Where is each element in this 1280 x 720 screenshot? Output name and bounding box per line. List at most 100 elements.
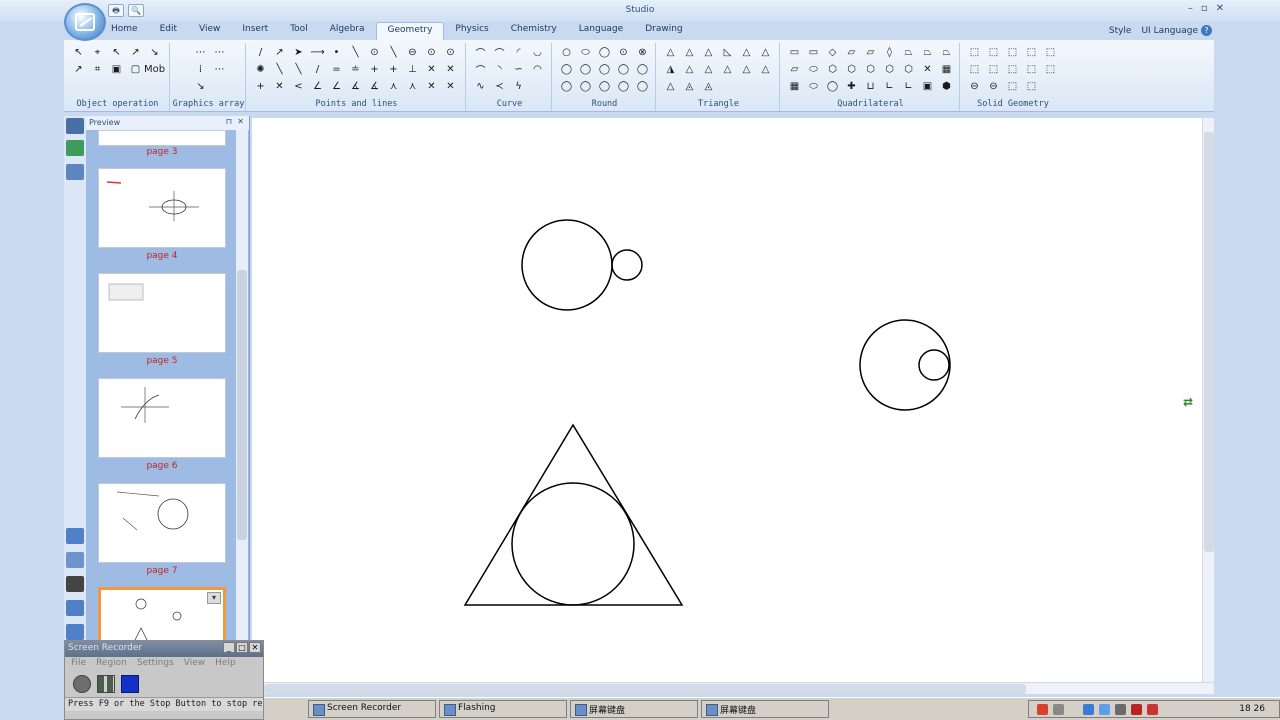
quad-tool-icon[interactable]: ◊	[881, 45, 898, 60]
tab-chemistry[interactable]: Chemistry	[500, 22, 568, 40]
object-tool-icon[interactable]: ↗	[127, 45, 144, 60]
points-tool-icon[interactable]: ╲	[347, 45, 364, 60]
triangle-tool-icon[interactable]: △	[681, 45, 698, 60]
quad-tool-icon[interactable]: ▭	[786, 45, 803, 60]
solid-tool-icon[interactable]: ⬚	[1042, 62, 1059, 77]
quad-tool-icon[interactable]: ⬡	[843, 62, 860, 77]
quad-tool-icon[interactable]: ▦	[938, 62, 955, 77]
triangle-tool-icon[interactable]: △	[681, 62, 698, 77]
taskbar-item-onscreen-keyboard-2[interactable]: 屏幕键盘	[701, 700, 829, 718]
triangle-tool-icon[interactable]: ◬	[681, 79, 698, 94]
quad-tool-icon[interactable]: ⬡	[824, 62, 841, 77]
tray-bluetooth-icon[interactable]	[1083, 704, 1094, 715]
stop-button[interactable]	[121, 675, 139, 693]
triangle-tool-icon[interactable]: ◬	[700, 79, 717, 94]
triangle-tool-icon[interactable]: △	[662, 45, 679, 60]
import-icon[interactable]	[66, 528, 84, 544]
triangle-tool-icon[interactable]: △	[757, 62, 774, 77]
points-tool-icon[interactable]: ∡	[366, 79, 383, 94]
menu-file[interactable]: File	[71, 658, 86, 670]
points-tool-icon[interactable]: +	[252, 79, 269, 94]
quad-tool-icon[interactable]: ▣	[919, 79, 936, 94]
quad-tool-icon[interactable]: ⬢	[938, 79, 955, 94]
tray-alert-icon[interactable]	[1147, 704, 1158, 715]
quad-tool-icon[interactable]: ⏢	[919, 45, 936, 60]
points-tool-icon[interactable]: /	[252, 45, 269, 60]
triangle-tool-icon[interactable]: △	[700, 45, 717, 60]
curve-tool-icon[interactable]: ⌒	[472, 62, 489, 77]
points-tool-icon[interactable]: ⋏	[385, 79, 402, 94]
pin-icon[interactable]: ⊓	[226, 117, 232, 126]
curve-tool-icon[interactable]: ∽	[510, 62, 527, 77]
points-tool-icon[interactable]: ╲	[290, 62, 307, 77]
solid-tool-icon[interactable]: ⊖	[966, 79, 983, 94]
points-tool-icon[interactable]: ✕	[271, 79, 288, 94]
menu-view[interactable]: View	[184, 658, 205, 670]
triangle-tool-icon[interactable]: △	[662, 79, 679, 94]
points-tool-icon[interactable]: ⊖	[404, 45, 421, 60]
quad-tool-icon[interactable]: ✕	[919, 62, 936, 77]
solid-tool-icon[interactable]: ⬚	[985, 62, 1002, 77]
triangle-tool-icon[interactable]: △	[719, 62, 736, 77]
canvas-vertical-scrollbar[interactable]	[1202, 118, 1214, 682]
recorder-maximize-button[interactable]: □	[236, 642, 248, 653]
ui-language-menu[interactable]: UI Language	[1141, 26, 1198, 36]
object-tool-icon[interactable]: Mob	[144, 62, 165, 77]
solid-tool-icon[interactable]: ⬚	[1004, 45, 1021, 60]
recorder-minimize-button[interactable]: _	[223, 642, 235, 653]
round-tool-icon[interactable]: ◯	[577, 79, 594, 94]
points-tool-icon[interactable]: ➤	[290, 45, 307, 60]
taskbar-item-screen-recorder[interactable]: Screen Recorder	[308, 700, 436, 718]
tray-shield-icon[interactable]	[1131, 704, 1142, 715]
points-tool-icon[interactable]: ✕	[423, 79, 440, 94]
style-menu[interactable]: Style	[1109, 26, 1132, 36]
quad-tool-icon[interactable]: ▱	[862, 45, 879, 60]
curve-tool-icon[interactable]: ∿	[472, 79, 489, 94]
quad-tool-icon[interactable]: ⬭	[805, 62, 822, 77]
app-menu-orb[interactable]	[64, 3, 106, 41]
points-tool-icon[interactable]: ⊙	[423, 45, 440, 60]
points-tool-icon[interactable]: ╲	[385, 45, 402, 60]
tab-home[interactable]: Home	[100, 22, 149, 40]
quad-tool-icon[interactable]: ⊔	[862, 79, 879, 94]
quad-tool-icon[interactable]: ▦	[786, 79, 803, 94]
object-tool-icon[interactable]: ↘	[146, 45, 163, 60]
menu-help[interactable]: Help	[215, 658, 236, 670]
drawing-canvas[interactable]	[252, 118, 1202, 682]
object-tool-icon[interactable]: ▣	[108, 62, 125, 77]
round-tool-icon[interactable]: ○	[558, 45, 575, 60]
quad-tool-icon[interactable]: ⏢	[938, 45, 955, 60]
fit-icon[interactable]	[66, 624, 84, 640]
page-thumbnail[interactable]	[98, 483, 226, 563]
tray-network-icon[interactable]	[1053, 704, 1064, 715]
thumbnails-icon[interactable]	[66, 118, 84, 134]
taskbar-item-onscreen-keyboard[interactable]: 屏幕键盘	[570, 700, 698, 718]
solid-tool-icon[interactable]: ⬚	[1023, 45, 1040, 60]
points-tool-icon[interactable]: ⊥	[404, 62, 421, 77]
recorder-close-button[interactable]: ✕	[249, 642, 261, 653]
points-tool-icon[interactable]: ✕	[423, 62, 440, 77]
quad-tool-icon[interactable]: ✚	[843, 79, 860, 94]
curve-tool-icon[interactable]: ⌒	[472, 45, 489, 60]
menu-region[interactable]: Region	[96, 658, 127, 670]
close-button[interactable]: ✕	[1216, 3, 1224, 14]
array-tool-icon[interactable]: ⋯	[211, 45, 228, 60]
pause-button[interactable]	[97, 675, 115, 693]
tab-edit[interactable]: Edit	[149, 22, 188, 40]
curve-tool-icon[interactable]: ϟ	[510, 79, 527, 94]
quad-tool-icon[interactable]: ∟	[881, 79, 898, 94]
round-tool-icon[interactable]: ◯	[596, 79, 613, 94]
tray-volume-icon[interactable]	[1115, 704, 1126, 715]
quad-tool-icon[interactable]: ▱	[786, 62, 803, 77]
points-tool-icon[interactable]: ⊙	[442, 45, 459, 60]
points-tool-icon[interactable]: ≐	[347, 62, 364, 77]
export-icon[interactable]	[66, 552, 84, 568]
object-tool-icon[interactable]: ⌖	[89, 45, 106, 60]
curve-tool-icon[interactable]: ◡	[529, 45, 546, 60]
quad-tool-icon[interactable]: ▭	[805, 45, 822, 60]
quad-tool-icon[interactable]: ⬡	[862, 62, 879, 77]
page-thumbnail-selected[interactable]: ▾	[98, 587, 226, 646]
triangle-tool-icon[interactable]: △	[738, 45, 755, 60]
triangle-tool-icon[interactable]: ◮	[662, 62, 679, 77]
points-tool-icon[interactable]: =	[328, 62, 345, 77]
